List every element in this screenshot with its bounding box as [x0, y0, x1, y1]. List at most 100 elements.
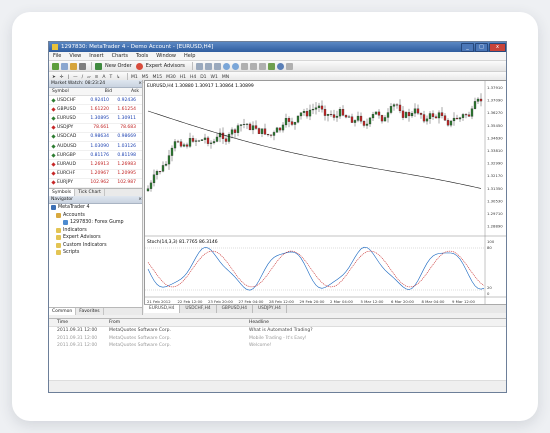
col-headline[interactable]: Headline: [249, 320, 449, 325]
chart-tab-eurusd[interactable]: EURUSD,H4: [144, 305, 181, 313]
trendline-icon[interactable]: /: [82, 75, 84, 80]
bid-cell: 1.03090: [90, 143, 109, 149]
tf-m5[interactable]: M5: [142, 75, 149, 80]
col-symbol[interactable]: Symbol: [49, 89, 87, 94]
menu-insert[interactable]: Insert: [85, 53, 107, 59]
col-bid[interactable]: Bid: [87, 89, 114, 94]
chart-tab-usdchf[interactable]: USDCHF,H4: [180, 305, 217, 313]
menu-tools[interactable]: Tools: [132, 53, 152, 59]
news-row[interactable]: 2011.09.31 12:00 MetaQuotes Software Corp…: [49, 335, 506, 343]
horizontal-line-icon[interactable]: —: [73, 75, 78, 80]
templates-icon[interactable]: [285, 62, 293, 70]
candle-body: [443, 115, 447, 121]
tf-h4[interactable]: H4: [190, 75, 196, 80]
maximize-button[interactable]: □: [475, 42, 488, 52]
market-watch-row[interactable]: EURCHF 1.20967 1.20995: [49, 170, 142, 179]
menu-view[interactable]: View: [65, 53, 85, 59]
col-time[interactable]: Time: [49, 320, 109, 325]
label-icon[interactable]: T: [109, 75, 112, 80]
market-watch-row[interactable]: USDCAD 0.98634 0.98669: [49, 133, 142, 142]
new-order-button[interactable]: New Order: [105, 63, 132, 69]
menu-help[interactable]: Help: [180, 53, 199, 59]
market-watch-row[interactable]: USDCHF 0.92410 0.92436: [49, 96, 142, 106]
indicators-icon[interactable]: [267, 62, 275, 70]
market-watch-row[interactable]: AUDUSD 1.03090 1.03126: [49, 142, 142, 152]
tf-m15[interactable]: M15: [153, 75, 163, 80]
candle-body: [470, 108, 474, 117]
navigator-icon[interactable]: [79, 62, 86, 70]
tf-m30[interactable]: M30: [166, 75, 176, 80]
market-watch-row[interactable]: EURAUD 1.26913 1.26983: [49, 160, 142, 170]
tab-favorites[interactable]: Favorites: [76, 308, 104, 315]
symbol-cell: USDCAD: [49, 134, 84, 139]
text-icon[interactable]: A: [102, 75, 105, 80]
menu-charts[interactable]: Charts: [108, 53, 132, 59]
nav-item-account[interactable]: 1297830: Forex Gump: [49, 219, 142, 227]
col-ask[interactable]: Ask: [114, 89, 141, 94]
oscillator-tick-label: 80: [487, 245, 492, 250]
candle-body: [326, 114, 330, 116]
nav-item-custom-indicators[interactable]: Custom Indicators: [49, 241, 142, 249]
cursor-icon[interactable]: ➤: [52, 75, 56, 80]
tab-symbols[interactable]: Symbols: [49, 188, 76, 196]
price-chart[interactable]: EURUSD,H4 1.30880 1.30917 1.30864 1.3089…: [145, 81, 507, 305]
bar-chart-icon[interactable]: [195, 62, 203, 70]
close-icon[interactable]: ×: [138, 197, 142, 202]
fibonacci-icon[interactable]: ≡: [95, 75, 99, 80]
candle-body: [263, 128, 267, 135]
news-row[interactable]: 2011.09.31 12:00 MetaQuotes Software Corp…: [49, 342, 506, 350]
profiles-icon[interactable]: [61, 62, 68, 70]
market-watch-row[interactable]: USDJPY 78.661 78.683: [49, 124, 142, 133]
tf-d1[interactable]: D1: [200, 75, 206, 80]
channel-icon[interactable]: ▱: [87, 75, 90, 80]
market-watch-row[interactable]: EURJPY 102.962 102.987: [49, 179, 142, 188]
bid-cell: 1.61220: [90, 106, 109, 112]
crosshair-icon[interactable]: ✛: [60, 75, 64, 80]
market-watch-row[interactable]: EURUSD 1.30895 1.30911: [49, 114, 142, 124]
candle-body: [185, 144, 189, 147]
market-watch-icon[interactable]: [70, 62, 77, 70]
chart-tab-gbpusd[interactable]: GBPUSD,H4: [217, 305, 253, 313]
oscillator-tick-label: 20: [487, 285, 492, 290]
close-button[interactable]: x: [489, 42, 506, 52]
folder-icon: [56, 227, 61, 233]
chart-shift-icon[interactable]: [258, 62, 266, 70]
tab-common[interactable]: Common: [49, 308, 77, 315]
new-order-icon[interactable]: [95, 62, 102, 70]
tf-h1[interactable]: H1: [180, 75, 186, 80]
nav-item-indicators[interactable]: Indicators: [49, 226, 142, 234]
nav-item-metatrader[interactable]: MetaTrader 4: [49, 204, 142, 212]
line-chart-icon[interactable]: [213, 62, 221, 70]
arrows-icon[interactable]: ↳: [116, 75, 120, 80]
new-chart-icon[interactable]: [52, 62, 59, 70]
zoom-out-icon[interactable]: [231, 62, 239, 70]
tf-m1[interactable]: M1: [131, 75, 138, 80]
col-from[interactable]: From: [109, 320, 249, 325]
expert-advisors-button[interactable]: Expert Advisors: [146, 63, 185, 69]
nav-item-scripts[interactable]: Scripts: [49, 249, 142, 257]
market-watch-row[interactable]: EURGBP 0.81176 0.81198: [49, 151, 142, 161]
candlestick-icon[interactable]: [204, 62, 212, 70]
candle-body: [353, 120, 357, 123]
expert-advisors-icon[interactable]: [135, 62, 143, 70]
close-icon[interactable]: ×: [138, 81, 142, 86]
tab-tick-chart[interactable]: Tick Chart: [75, 188, 105, 196]
bid-cell: 1.26913: [90, 161, 109, 167]
autoscroll-icon[interactable]: [249, 62, 257, 70]
periods-icon[interactable]: [276, 62, 284, 70]
tf-w1[interactable]: W1: [211, 75, 218, 80]
bid-cell: 78.661: [93, 125, 109, 131]
chart-tab-usdjpy[interactable]: USDJPY,H4: [253, 305, 287, 313]
news-row[interactable]: 2011.09.31 12:00 MetaQuotes Software Corp…: [49, 327, 506, 335]
vertical-line-icon[interactable]: |: [68, 75, 70, 80]
nav-item-expert-advisors[interactable]: Expert Advisors: [49, 234, 142, 242]
menu-file[interactable]: File: [49, 53, 65, 59]
tf-mn[interactable]: MN: [222, 75, 229, 80]
tile-windows-icon[interactable]: [240, 62, 248, 70]
zoom-in-icon[interactable]: [222, 62, 230, 70]
minimize-button[interactable]: _: [461, 42, 474, 52]
nav-item-accounts[interactable]: Accounts: [49, 211, 142, 219]
market-watch-row[interactable]: GBPUSD 1.61220 1.61254: [49, 105, 142, 115]
chart-window[interactable]: EURUSD,H4 1.30880 1.30917 1.30864 1.3089…: [144, 80, 507, 306]
menu-window[interactable]: Window: [152, 53, 180, 59]
